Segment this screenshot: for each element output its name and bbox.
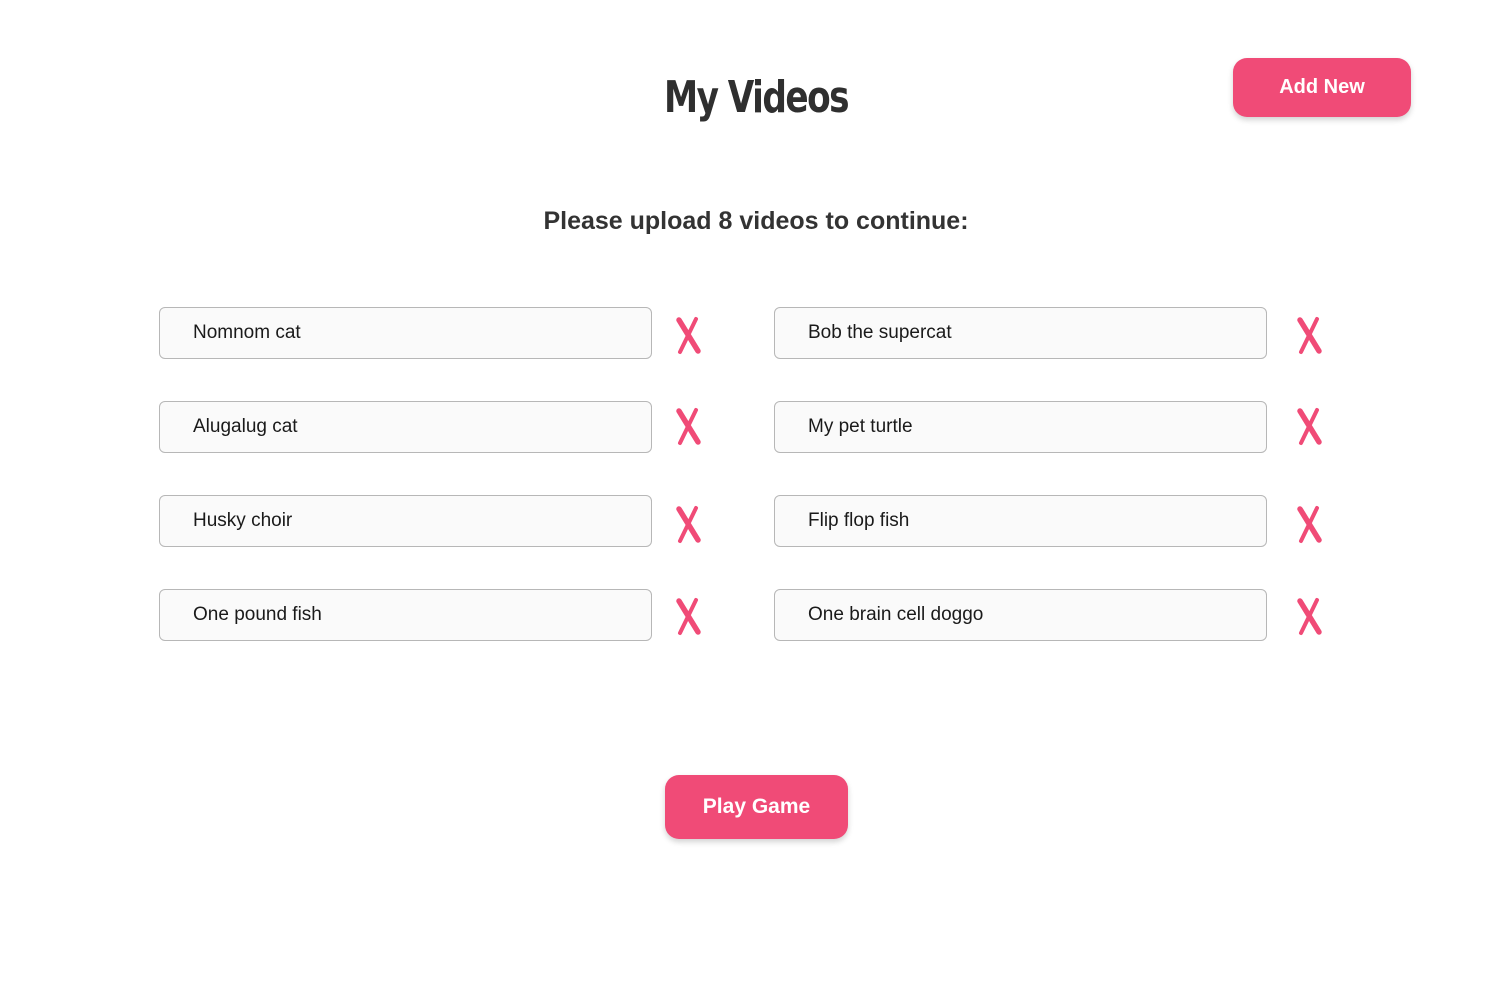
play-game-button[interactable]: Play Game [665,775,848,839]
video-name-field[interactable] [774,401,1267,453]
video-name-field[interactable] [159,495,652,547]
delete-video-icon[interactable] [673,504,703,544]
delete-video-icon[interactable] [673,315,703,355]
my-videos-page: My Videos Add New Please upload 8 videos… [0,0,1512,982]
video-name-field[interactable] [159,589,652,641]
video-name-field[interactable] [159,401,652,453]
video-name-field[interactable] [159,307,652,359]
delete-video-icon[interactable] [1294,596,1324,636]
page-title: My Videos [663,72,850,123]
add-new-button[interactable]: Add New [1233,58,1411,117]
delete-video-icon[interactable] [1294,504,1324,544]
delete-video-icon[interactable] [673,406,703,446]
delete-video-icon[interactable] [1294,315,1324,355]
delete-video-icon[interactable] [1294,406,1324,446]
upload-instruction: Please upload 8 videos to continue: [543,207,969,235]
delete-video-icon[interactable] [673,596,703,636]
video-name-field[interactable] [774,495,1267,547]
video-name-field[interactable] [774,307,1267,359]
video-name-field[interactable] [774,589,1267,641]
